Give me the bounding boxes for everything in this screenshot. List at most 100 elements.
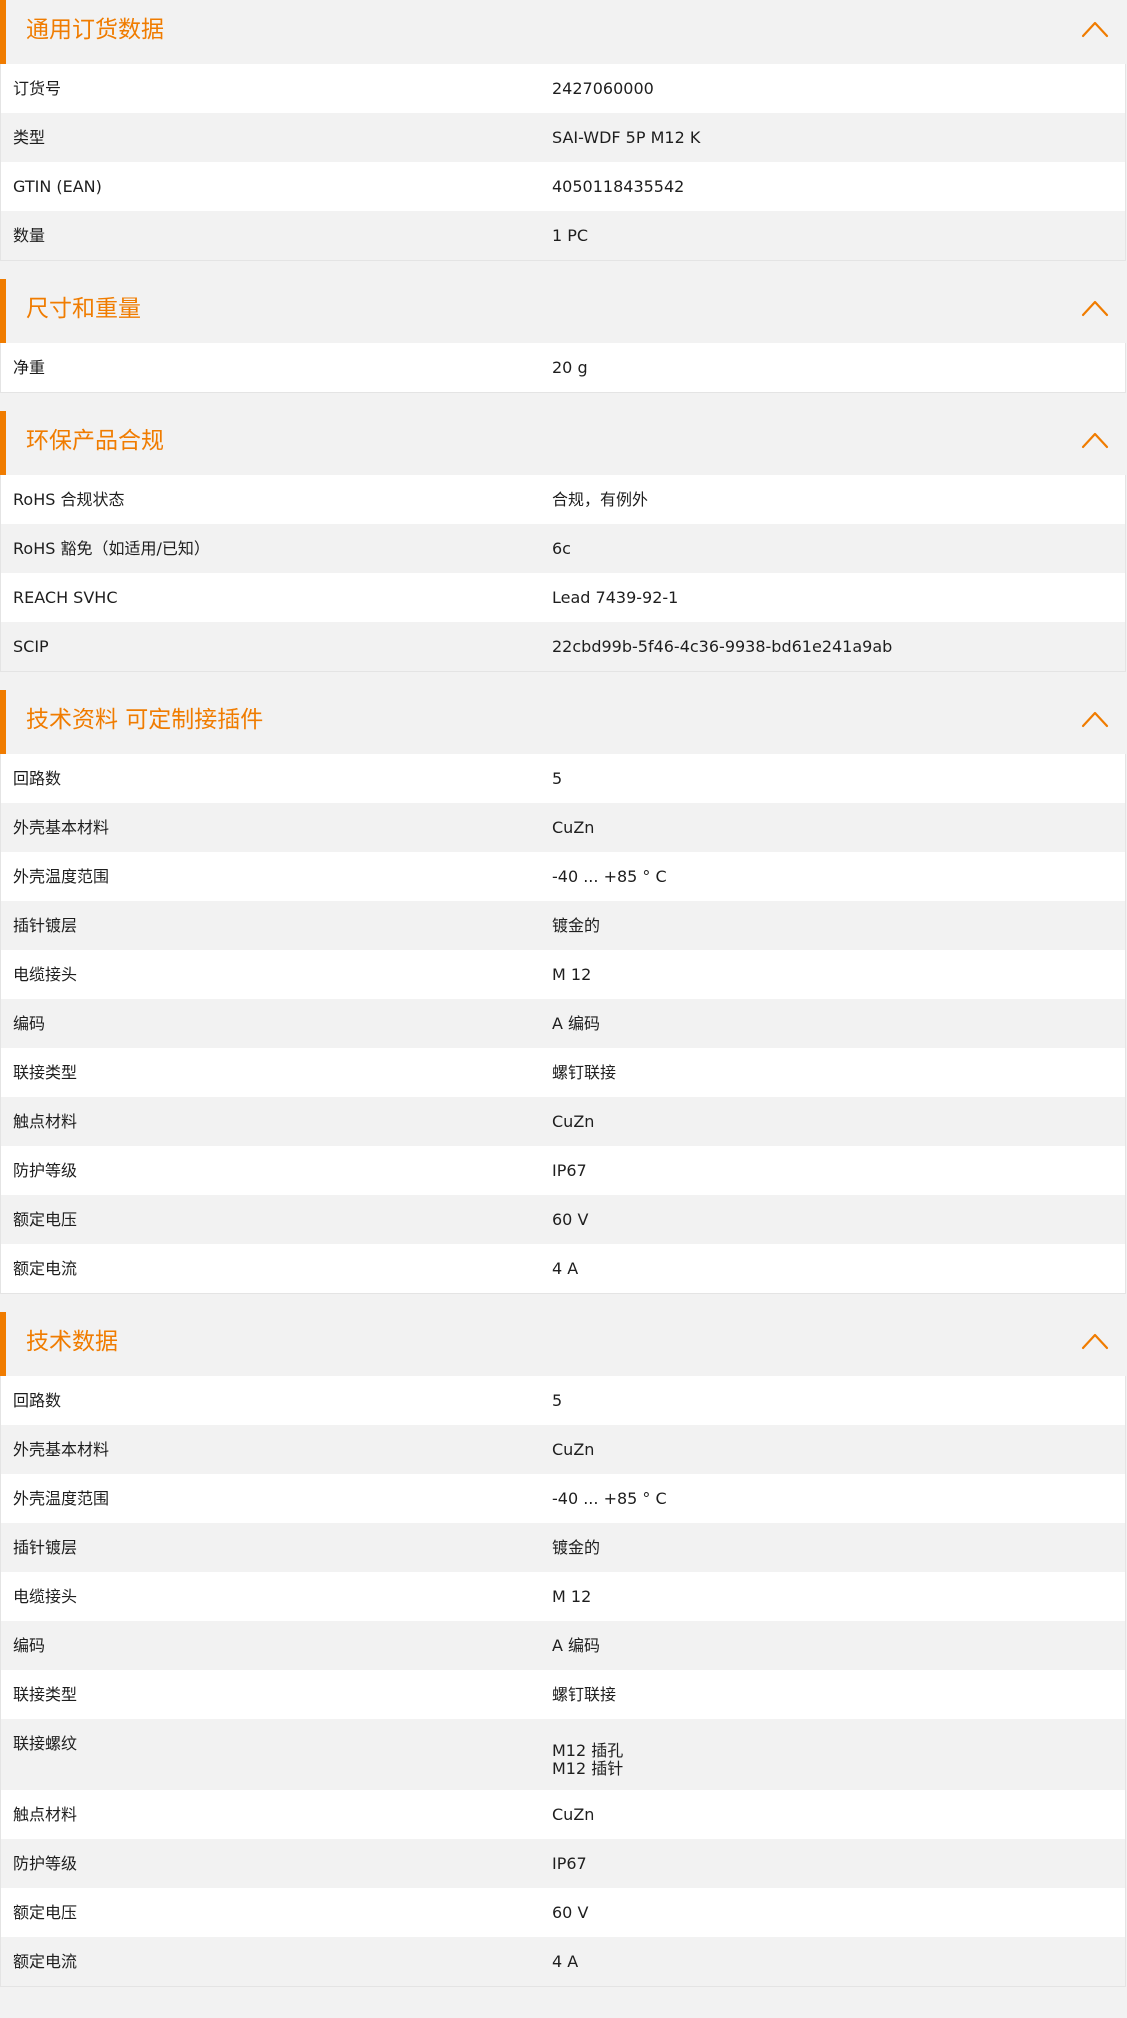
spec-row: 触点材料 CuZn [1,1097,1125,1146]
spec-value: IP67 [552,1161,587,1180]
spec-row: 防护等级 IP67 [1,1146,1125,1195]
spec-row: 订货号 2427060000 [1,64,1125,113]
spec-row: 额定电压 60 V [1,1888,1125,1937]
spec-label: 外壳温度范围 [13,867,110,886]
spec-label: RoHS 合规状态 [13,490,125,509]
spec-row: 外壳基本材料 CuZn [1,1425,1125,1474]
spec-label: 额定电压 [13,1903,78,1922]
spec-row: 编码 A 编码 [1,999,1125,1048]
spec-row: 电缆接头 M 12 [1,1572,1125,1621]
spec-section: 通用订货数据订货号 2427060000 类型 SAI-WDF 5P M12 K GTI… [0,0,1127,261]
spec-label: 额定电压 [13,1210,78,1229]
spec-label: 编码 [13,1636,46,1655]
spec-row: 联接类型 螺钉联接 [1,1670,1125,1719]
spec-value: SAI-WDF 5P M12 K [552,128,701,147]
spec-label: RoHS 豁免（如适用/已知） [13,539,210,558]
chevron-up-icon[interactable] [1081,710,1109,728]
spec-value: 22cbd99b-5f46-4c36-9938-bd61e241a9ab [552,637,893,656]
spec-label: SCIP [13,637,49,656]
spec-table: 净重 20 g [0,343,1126,393]
spec-value: 镀金的 [552,916,601,935]
spec-row: 数量 1 PC [1,211,1125,260]
section-title: 通用订货数据 [26,17,164,43]
spec-label: REACH SVHC [13,588,118,607]
spec-label: 额定电流 [13,1259,78,1278]
spec-label: 插针镀层 [13,1538,78,1557]
spec-value: 5 [552,769,563,788]
spec-label: 数量 [13,226,46,245]
spec-row: 联接类型 螺钉联接 [1,1048,1125,1097]
spec-row: 外壳温度范围 -40 ... +85 ° C [1,852,1125,901]
spec-label: GTIN (EAN) [13,177,102,196]
spec-row: 外壳基本材料 CuZn [1,803,1125,852]
chevron-up-icon[interactable] [1081,431,1109,449]
spec-row: 电缆接头 M 12 [1,950,1125,999]
spec-value: -40 ... +85 ° C [552,867,667,886]
spec-label: 编码 [13,1014,46,1033]
spec-value: CuZn [552,1112,595,1131]
spec-value: 1 PC [552,226,589,245]
spec-label: 额定电流 [13,1952,78,1971]
spec-value: -40 ... +85 ° C [552,1489,667,1508]
spec-label: 触点材料 [13,1112,78,1131]
spec-label: 电缆接头 [13,1587,78,1606]
spec-value: M12 插孔 M12 插针 [552,1741,624,1778]
spec-label: 触点材料 [13,1805,78,1824]
spec-value: M 12 [552,1587,592,1606]
spec-value: 4050118435542 [552,177,685,196]
spec-value: CuZn [552,1440,595,1459]
spec-row: 额定电流 4 A [1,1937,1125,1986]
chevron-up-icon[interactable] [1081,20,1109,38]
spec-label: 外壳基本材料 [13,818,110,837]
spec-label: 回路数 [13,1391,62,1410]
spec-label: 防护等级 [13,1161,78,1180]
spec-value: CuZn [552,1805,595,1824]
section-header[interactable]: 尺寸和重量 [0,279,1127,343]
spec-label: 防护等级 [13,1854,78,1873]
spec-row: 外壳温度范围 -40 ... +85 ° C [1,1474,1125,1523]
section-header[interactable]: 环保产品合规 [0,411,1127,475]
spec-section: 技术数据 回路数 5 外壳基本材料 CuZn 外壳温度范围 -40 ... +85 ° C 插… [0,1312,1127,1987]
spec-row: SCIP 22cbd99b-5f46-4c36-9938-bd61e241a9ab [1,622,1125,671]
spec-value: 60 V [552,1210,589,1229]
spec-label: 类型 [13,128,46,147]
spec-section: 技术资料 可定制接插件回路数 5 外壳基本材料 CuZn 外壳温度范围 -40 ... +… [0,690,1127,1294]
section-title: 技术数据 [26,1329,118,1355]
chevron-up-icon[interactable] [1081,299,1109,317]
spec-value: CuZn [552,818,595,837]
spec-label: 订货号 [13,79,62,98]
spec-row: 回路数 5 [1,754,1125,803]
spec-value: IP67 [552,1854,587,1873]
chevron-up-icon[interactable] [1081,1332,1109,1350]
spec-row: 触点材料 CuZn [1,1790,1125,1839]
spec-row: RoHS 合规状态 合规，有例外 [1,475,1125,524]
section-header[interactable]: 技术资料 可定制接插件 [0,690,1127,754]
spec-table: RoHS 合规状态 合规，有例外 RoHS 豁免（如适用/已知） 6c REACH SV… [0,475,1126,672]
spec-value: 4 A [552,1259,579,1278]
spec-value: 螺钉联接 [552,1063,617,1082]
spec-value: 20 g [552,358,588,377]
spec-label: 联接螺纹 [13,1734,78,1753]
spec-section: 环保产品合规 RoHS 合规状态 合规，有例外 RoHS 豁免（如适用/已知） 6c RE… [0,411,1127,672]
spec-table: 回路数 5 外壳基本材料 CuZn 外壳温度范围 -40 ... +85 ° C 插针镀层 镀… [0,1376,1126,1987]
spec-label: 外壳基本材料 [13,1440,110,1459]
section-header[interactable]: 通用订货数据 [0,0,1127,64]
spec-row: 净重 20 g [1,343,1125,392]
spec-value: 2427060000 [552,79,654,98]
spec-row: RoHS 豁免（如适用/已知） 6c [1,524,1125,573]
section-header[interactable]: 技术数据 [0,1312,1127,1376]
spec-value: 螺钉联接 [552,1685,617,1704]
spec-label: 净重 [13,358,46,377]
spec-row: GTIN (EAN) 4050118435542 [1,162,1125,211]
spec-value: 合规，有例外 [552,490,649,509]
spec-value: 镀金的 [552,1538,601,1557]
spec-label: 回路数 [13,769,62,788]
spec-row: 额定电流 4 A [1,1244,1125,1293]
spec-value: 6c [552,539,571,558]
spec-label: 外壳温度范围 [13,1489,110,1508]
spec-value: M 12 [552,965,592,984]
spec-row: REACH SVHC Lead 7439-92-1 [1,573,1125,622]
spec-value: 4 A [552,1952,579,1971]
spec-row: 编码 A 编码 [1,1621,1125,1670]
spec-table: 回路数 5 外壳基本材料 CuZn 外壳温度范围 -40 ... +85 ° C 插针镀层 镀… [0,754,1126,1294]
